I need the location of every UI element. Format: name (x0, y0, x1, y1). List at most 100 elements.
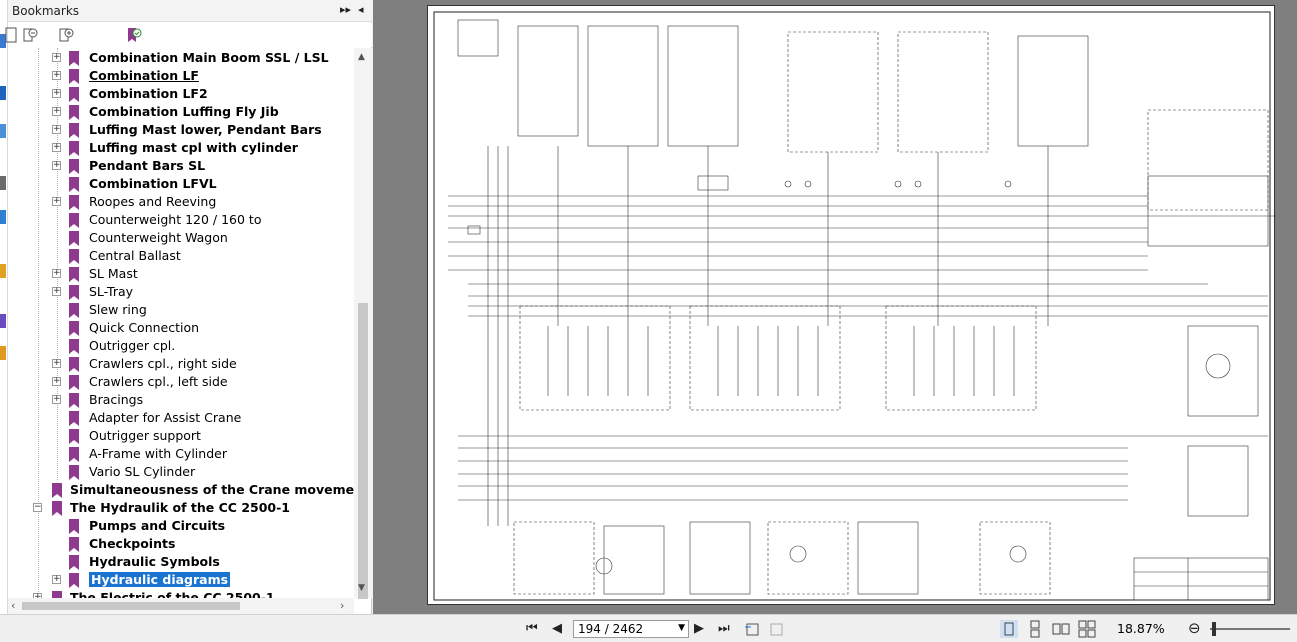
bookmark-ribbon-icon (69, 465, 79, 480)
bookmark-item[interactable]: + Roopes and Reeving (8, 193, 354, 211)
tags-icon[interactable] (0, 346, 6, 360)
tree-vertical-scrollbar[interactable]: ▲ ▼ (354, 48, 372, 599)
scroll-left-icon[interactable]: ‹ (11, 599, 15, 612)
bookmark-label: A-Frame with Cylinder (89, 446, 227, 461)
bookmark-label: Quick Connection (89, 320, 200, 335)
bookmark-item[interactable]: Outrigger cpl. (8, 337, 354, 355)
attachments-icon[interactable] (0, 124, 6, 138)
bookmark-item[interactable]: + Combination LF (8, 67, 354, 85)
expand-toggle-icon[interactable]: + (52, 107, 61, 116)
bookmark-ribbon-icon (69, 105, 79, 120)
bookmark-item[interactable]: Checkpoints (8, 535, 354, 553)
bookmark-item[interactable]: + SL-Tray (8, 283, 354, 301)
bookmark-item[interactable]: + Luffing Mast lower, Pendant Bars (8, 121, 354, 139)
next-page-icon[interactable]: ▶ (694, 621, 704, 636)
layers-icon[interactable] (0, 176, 6, 190)
expand-toggle-icon[interactable]: + (52, 359, 61, 368)
scroll-right-icon[interactable]: › (340, 599, 344, 612)
bookmark-item[interactable]: Combination LFVL (8, 175, 354, 193)
bookmark-ribbon-icon (52, 483, 62, 498)
bookmark-item[interactable]: A-Frame with Cylinder (8, 445, 354, 463)
expand-toggle-icon[interactable]: + (52, 377, 61, 386)
expand-toggle-icon[interactable]: + (52, 125, 61, 134)
facing-view-icon[interactable] (1052, 620, 1070, 638)
collapse-panel-icon[interactable]: ◂ (358, 3, 364, 16)
bookmark-ribbon-icon (69, 249, 79, 264)
zoom-slider[interactable] (1210, 628, 1290, 630)
options-menu-icon[interactable]: ▸▸ (340, 3, 351, 16)
bookmark-item[interactable]: Counterweight Wagon (8, 229, 354, 247)
tree-horizontal-scrollbar[interactable]: ‹ › (8, 598, 354, 614)
expand-toggle-icon[interactable]: + (52, 575, 61, 584)
bookmarks-tab-icon[interactable] (0, 86, 6, 100)
bookmark-item[interactable]: + The Electric of the CC 2500-1 (8, 589, 354, 598)
bookmark-item[interactable]: Vario SL Cylinder (8, 463, 354, 481)
expand-toggle-icon[interactable]: + (52, 89, 61, 98)
expand-toggle-icon[interactable]: + (52, 71, 61, 80)
search-icon[interactable] (0, 314, 6, 328)
page-number-field[interactable]: 194 / 2462 ▼ (573, 620, 689, 638)
bookmark-item[interactable]: + Crawlers cpl., right side (8, 355, 354, 373)
hscroll-thumb[interactable] (22, 602, 240, 610)
bookmark-item[interactable]: Central Ballast (8, 247, 354, 265)
zoom-out-icon[interactable]: ⊖ (1188, 619, 1201, 637)
signatures-icon[interactable] (0, 210, 6, 224)
bookmark-label: Hydraulic Symbols (89, 554, 220, 569)
bookmark-item[interactable]: Hydraulic Symbols (8, 553, 354, 571)
bookmark-ribbon-icon (69, 303, 79, 318)
bookmark-item[interactable]: Slew ring (8, 301, 354, 319)
bookmark-item[interactable]: − The Hydraulik of the CC 2500-1 (8, 499, 354, 517)
add-bookmark-icon[interactable] (56, 25, 76, 45)
scroll-up-icon[interactable]: ▲ (358, 52, 365, 62)
bookmark-label: SL Mast (89, 266, 138, 281)
bookmark-item[interactable]: + Pendant Bars SL (8, 157, 354, 175)
delete-bookmark-icon[interactable] (20, 25, 40, 45)
bookmark-ribbon-icon (69, 87, 79, 102)
expand-toggle-icon[interactable]: + (52, 143, 61, 152)
expand-toggle-icon[interactable]: + (52, 53, 61, 62)
bookmark-item[interactable]: + Bracings (8, 391, 354, 409)
bookmark-item[interactable]: Adapter for Assist Crane (8, 409, 354, 427)
zoom-slider-knob[interactable] (1212, 622, 1216, 636)
bookmark-item[interactable]: Counterweight 120 / 160 to (8, 211, 354, 229)
bookmark-ribbon-icon (69, 519, 79, 534)
comments-icon[interactable] (0, 264, 6, 278)
single-page-view-icon[interactable] (1000, 620, 1018, 638)
bookmark-item[interactable]: + Combination LF2 (8, 85, 354, 103)
expand-toggle-icon[interactable]: + (52, 395, 61, 404)
bookmark-ribbon-icon (69, 123, 79, 138)
bookmark-item[interactable]: + Crawlers cpl., left side (8, 373, 354, 391)
expand-toggle-icon[interactable]: − (33, 503, 42, 512)
scroll-down-icon[interactable]: ▼ (358, 583, 365, 593)
bookmark-label: Pendant Bars SL (89, 158, 206, 173)
bookmark-label: Outrigger cpl. (89, 338, 176, 353)
bookmark-item[interactable]: + Hydraulic diagrams (8, 571, 354, 589)
page-dropdown-icon[interactable]: ▼ (678, 623, 685, 633)
next-view-icon[interactable] (768, 620, 786, 638)
bookmark-item[interactable]: Outrigger support (8, 427, 354, 445)
bookmark-ribbon-icon (69, 573, 79, 588)
continuous-view-icon[interactable] (1026, 620, 1044, 638)
bookmark-ribbon-icon (69, 393, 79, 408)
bookmark-item[interactable]: + Luffing mast cpl with cylinder (8, 139, 354, 157)
bookmark-item[interactable]: + SL Mast (8, 265, 354, 283)
previous-view-icon[interactable] (744, 620, 762, 638)
expand-toggle-icon[interactable]: + (52, 269, 61, 278)
bookmark-item[interactable]: + Combination Luffing Fly Jib (8, 103, 354, 121)
expand-toggle-icon[interactable]: + (52, 161, 61, 170)
bookmark-item[interactable]: Simultaneousness of the Crane movement (8, 481, 354, 499)
bookmark-item[interactable]: Pumps and Circuits (8, 517, 354, 535)
bookmark-item[interactable]: + Combination Main Boom SSL / LSL (8, 49, 354, 67)
previous-page-icon[interactable]: ◀ (552, 621, 562, 636)
bookmark-label: Combination LF (89, 68, 199, 83)
first-page-icon[interactable]: ⏮ (526, 621, 538, 636)
expand-toggle-icon[interactable]: + (52, 197, 61, 206)
bookmark-label: Combination Luffing Fly Jib (89, 104, 279, 119)
find-bookmark-icon[interactable] (124, 25, 144, 45)
last-page-icon[interactable]: ⏭ (718, 621, 730, 636)
scroll-thumb[interactable] (358, 303, 368, 599)
expand-toggle-icon[interactable]: + (52, 287, 61, 296)
bookmark-item[interactable]: Quick Connection (8, 319, 354, 337)
continuous-facing-icon[interactable] (1078, 620, 1096, 638)
bookmark-label: Combination LFVL (89, 176, 217, 191)
